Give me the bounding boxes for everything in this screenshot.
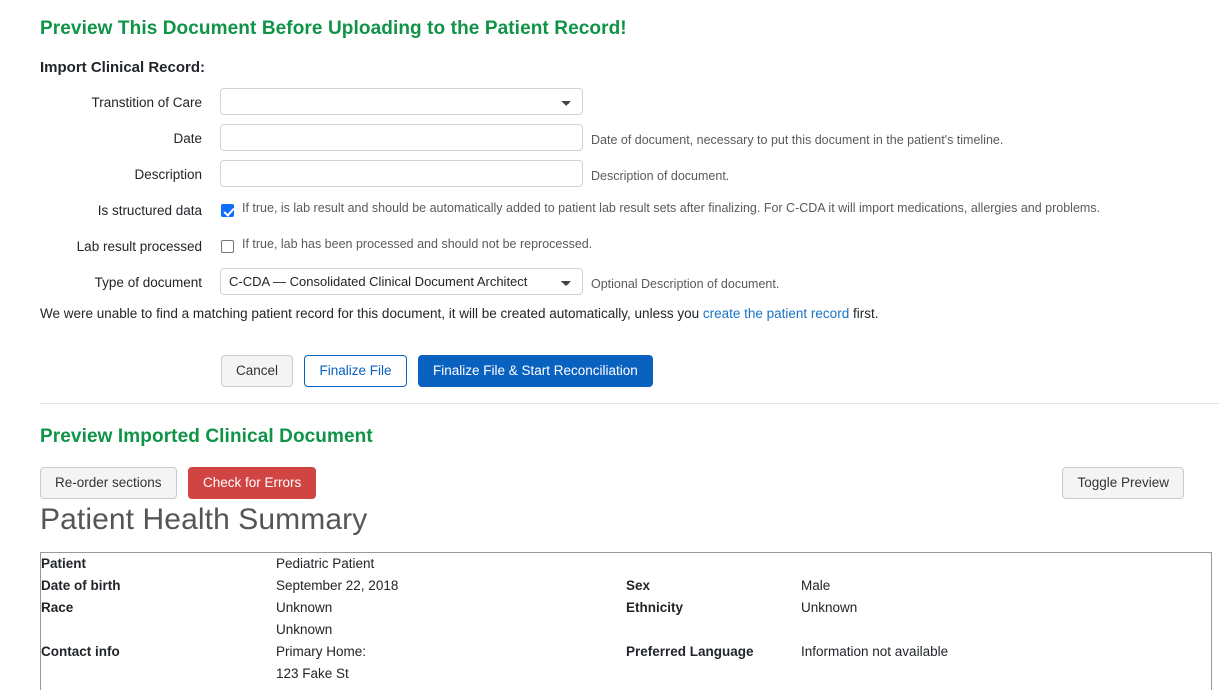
type-of-document-control: C-CDA — Consolidated Clinical Document A…	[220, 268, 583, 295]
transition-of-care-select[interactable]	[220, 88, 583, 115]
date-input[interactable]	[220, 124, 583, 151]
help-is-structured-data: If true, is lab result and should be aut…	[242, 201, 1101, 215]
import-clinical-record-title: Import Clinical Record:	[40, 59, 206, 76]
label-is-structured-data: Is structured data	[97, 203, 202, 218]
patient-summary-table-container: Patient Pediatric Patient Date of birth …	[40, 552, 1212, 690]
field-row-description: Description Description of document.	[0, 160, 1219, 196]
create-patient-record-link[interactable]: create the patient record	[703, 306, 849, 321]
document-preview-title: Patient Health Summary	[40, 503, 368, 536]
form-action-buttons: Cancel Finalize File Finalize File & Sta…	[221, 355, 660, 387]
table-row: Date of birth September 22, 2018 Sex Mal…	[41, 575, 1211, 597]
field-row-is-structured-data: Is structured data If true, is lab resul…	[0, 196, 1219, 232]
cancel-button[interactable]: Cancel	[221, 355, 294, 387]
reorder-sections-button[interactable]: Re-order sections	[40, 467, 177, 499]
race-key: Race	[41, 600, 74, 615]
patient-record-note-text-after: first.	[849, 306, 879, 321]
table-row: Race Unknown Unknown Ethnicity Unknown	[41, 597, 1211, 641]
preferred-language-value: Information not available	[801, 644, 949, 659]
description-control	[220, 160, 583, 187]
section-divider	[40, 403, 1219, 404]
patient-record-note-text-before: We were unable to find a matching patien…	[40, 306, 703, 321]
import-clinical-record-form: Transtition of Care Date Date of documen…	[0, 88, 1219, 304]
patient-summary-table: Patient Pediatric Patient Date of birth …	[41, 553, 1211, 690]
sex-value: Male	[801, 578, 831, 593]
label-description: Description	[134, 167, 202, 182]
right-value-0	[801, 553, 1211, 575]
dob-value: September 22, 2018	[276, 578, 399, 593]
race-value: Unknown Unknown	[276, 600, 333, 637]
finalize-file-button[interactable]: Finalize File	[304, 355, 407, 387]
is-structured-data-checkbox[interactable]	[221, 204, 234, 218]
contact-info-key: Contact info	[41, 644, 120, 659]
help-lab-result-processed: If true, lab has been processed and shou…	[242, 237, 593, 251]
page-root: Preview This Document Before Uploading t…	[0, 0, 1219, 690]
dob-key: Date of birth	[41, 578, 121, 593]
lab-result-processed-control	[221, 238, 234, 256]
label-date: Date	[173, 131, 202, 146]
field-row-lab-result-processed: Lab result processed If true, lab has be…	[0, 232, 1219, 268]
preview-section-title: Preview Imported Clinical Document	[40, 426, 373, 447]
type-of-document-select[interactable]: C-CDA — Consolidated Clinical Document A…	[220, 268, 583, 295]
field-row-transition-of-care: Transtition of Care	[0, 88, 1219, 124]
date-control	[220, 124, 583, 151]
toggle-preview-button[interactable]: Toggle Preview	[1062, 467, 1184, 499]
field-row-type-of-document: Type of document C-CDA — Consolidated Cl…	[0, 268, 1219, 304]
ethnicity-key: Ethnicity	[626, 600, 684, 615]
patient-value: Pediatric Patient	[276, 556, 375, 571]
lab-result-processed-checkbox[interactable]	[221, 240, 234, 254]
help-description: Description of document.	[591, 169, 730, 183]
label-lab-result-processed: Lab result processed	[76, 239, 202, 254]
table-row: Patient Pediatric Patient	[41, 553, 1211, 575]
help-type-of-document: Optional Description of document.	[591, 277, 780, 291]
label-type-of-document: Type of document	[94, 275, 202, 290]
preview-toolbar: Re-order sections Check for Errors	[40, 467, 323, 499]
preferred-language-key: Preferred Language	[626, 644, 754, 659]
contact-info-value: Primary Home:123 Fake StBaltimore, MD 21…	[276, 644, 429, 690]
check-for-errors-button[interactable]: Check for Errors	[188, 467, 317, 499]
description-input[interactable]	[220, 160, 583, 187]
label-transition-of-care: Transtition of Care	[91, 95, 202, 110]
sex-key: Sex	[626, 578, 651, 593]
page-title: Preview This Document Before Uploading t…	[40, 18, 627, 39]
field-row-date: Date Date of document, necessary to put …	[0, 124, 1219, 160]
help-date: Date of document, necessary to put this …	[591, 133, 1004, 147]
finalize-file-and-start-reconciliation-button[interactable]: Finalize File & Start Reconciliation	[417, 355, 653, 387]
ethnicity-value: Unknown	[801, 600, 858, 615]
patient-key: Patient	[41, 556, 87, 571]
right-key-0	[626, 553, 801, 575]
transition-of-care-control	[220, 88, 583, 115]
patient-record-note: We were unable to find a matching patien…	[40, 306, 878, 321]
is-structured-data-control	[221, 202, 234, 220]
table-row: Contact info Primary Home:123 Fake StBal…	[41, 641, 1211, 690]
